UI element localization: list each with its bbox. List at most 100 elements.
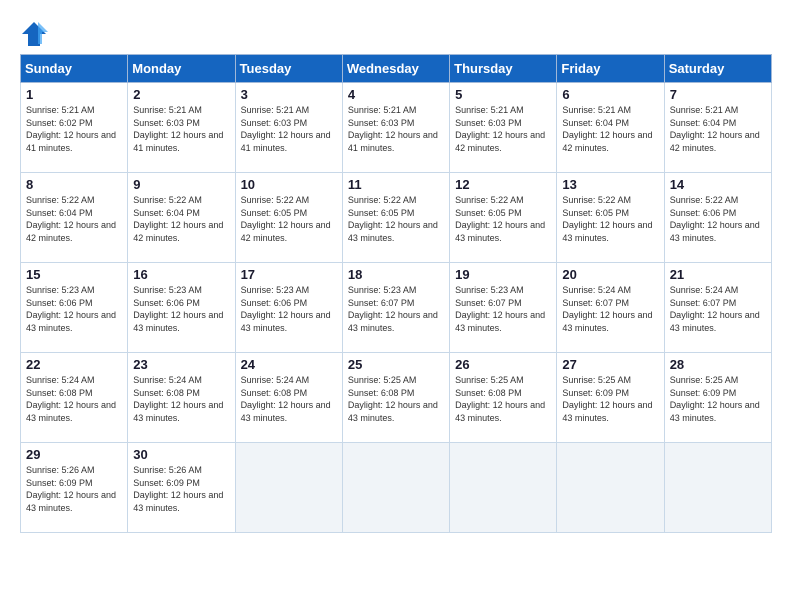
day-info: Sunrise: 5:22 AMSunset: 6:05 PMDaylight:… [348,195,438,243]
day-info: Sunrise: 5:24 AMSunset: 6:08 PMDaylight:… [26,375,116,423]
calendar-day-cell [235,443,342,533]
day-info: Sunrise: 5:24 AMSunset: 6:07 PMDaylight:… [562,285,652,333]
day-info: Sunrise: 5:21 AMSunset: 6:02 PMDaylight:… [26,105,116,153]
day-info: Sunrise: 5:22 AMSunset: 6:06 PMDaylight:… [670,195,760,243]
day-number: 29 [26,447,122,462]
day-number: 30 [133,447,229,462]
calendar-day-cell: 28 Sunrise: 5:25 AMSunset: 6:09 PMDayligh… [664,353,771,443]
day-info: Sunrise: 5:24 AMSunset: 6:07 PMDaylight:… [670,285,760,333]
day-info: Sunrise: 5:21 AMSunset: 6:04 PMDaylight:… [562,105,652,153]
day-info: Sunrise: 5:24 AMSunset: 6:08 PMDaylight:… [241,375,331,423]
calendar-day-cell: 1Sunrise: 5:21 AMSunset: 6:02 PMDaylight… [21,83,128,173]
day-number: 25 [348,357,444,372]
calendar-week-row: 29 Sunrise: 5:26 AMSunset: 6:09 PMDayligh… [21,443,772,533]
calendar-day-cell: 26 Sunrise: 5:25 AMSunset: 6:08 PMDayligh… [450,353,557,443]
calendar-header-row: SundayMondayTuesdayWednesdayThursdayFrid… [21,55,772,83]
calendar-day-cell: 14 Sunrise: 5:22 AMSunset: 6:06 PMDayligh… [664,173,771,263]
calendar-day-cell: 9 Sunrise: 5:22 AMSunset: 6:04 PMDaylight… [128,173,235,263]
day-number: 5 [455,87,551,102]
calendar-day-cell: 22 Sunrise: 5:24 AMSunset: 6:08 PMDayligh… [21,353,128,443]
calendar-week-row: 22 Sunrise: 5:24 AMSunset: 6:08 PMDayligh… [21,353,772,443]
day-number: 14 [670,177,766,192]
calendar-day-cell: 21 Sunrise: 5:24 AMSunset: 6:07 PMDayligh… [664,263,771,353]
day-info: Sunrise: 5:25 AMSunset: 6:09 PMDaylight:… [562,375,652,423]
calendar-week-row: 15 Sunrise: 5:23 AMSunset: 6:06 PMDayligh… [21,263,772,353]
calendar-day-cell: 3 Sunrise: 5:21 AMSunset: 6:03 PMDaylight… [235,83,342,173]
weekday-header: Saturday [664,55,771,83]
day-info: Sunrise: 5:25 AMSunset: 6:08 PMDaylight:… [455,375,545,423]
day-number: 13 [562,177,658,192]
calendar-day-cell [342,443,449,533]
day-info: Sunrise: 5:24 AMSunset: 6:08 PMDaylight:… [133,375,223,423]
day-info: Sunrise: 5:23 AMSunset: 6:06 PMDaylight:… [26,285,116,333]
day-info: Sunrise: 5:22 AMSunset: 6:04 PMDaylight:… [26,195,116,243]
day-info: Sunrise: 5:23 AMSunset: 6:07 PMDaylight:… [348,285,438,333]
calendar-day-cell: 23 Sunrise: 5:24 AMSunset: 6:08 PMDayligh… [128,353,235,443]
calendar-day-cell: 12Sunrise: 5:22 AMSunset: 6:05 PMDayligh… [450,173,557,263]
calendar-week-row: 8Sunrise: 5:22 AMSunset: 6:04 PMDaylight… [21,173,772,263]
calendar-day-cell: 25 Sunrise: 5:25 AMSunset: 6:08 PMDayligh… [342,353,449,443]
calendar-day-cell: 13 Sunrise: 5:22 AMSunset: 6:05 PMDayligh… [557,173,664,263]
day-number: 23 [133,357,229,372]
weekday-header: Monday [128,55,235,83]
calendar-day-cell: 5 Sunrise: 5:21 AMSunset: 6:03 PMDaylight… [450,83,557,173]
day-info: Sunrise: 5:21 AMSunset: 6:03 PMDaylight:… [455,105,545,153]
calendar-day-cell: 11 Sunrise: 5:22 AMSunset: 6:05 PMDayligh… [342,173,449,263]
day-number: 11 [348,177,444,192]
calendar-day-cell: 20 Sunrise: 5:24 AMSunset: 6:07 PMDayligh… [557,263,664,353]
day-number: 26 [455,357,551,372]
day-number: 15 [26,267,122,282]
day-info: Sunrise: 5:23 AMSunset: 6:07 PMDaylight:… [455,285,545,333]
day-info: Sunrise: 5:23 AMSunset: 6:06 PMDaylight:… [241,285,331,333]
day-number: 24 [241,357,337,372]
day-number: 3 [241,87,337,102]
day-number: 6 [562,87,658,102]
day-number: 7 [670,87,766,102]
day-number: 18 [348,267,444,282]
calendar-day-cell: 27Sunrise: 5:25 AMSunset: 6:09 PMDayligh… [557,353,664,443]
calendar-day-cell: 6 Sunrise: 5:21 AMSunset: 6:04 PMDaylight… [557,83,664,173]
day-number: 4 [348,87,444,102]
day-info: Sunrise: 5:25 AMSunset: 6:08 PMDaylight:… [348,375,438,423]
calendar-day-cell: 18 Sunrise: 5:23 AMSunset: 6:07 PMDayligh… [342,263,449,353]
calendar-day-cell: 4 Sunrise: 5:21 AMSunset: 6:03 PMDaylight… [342,83,449,173]
day-info: Sunrise: 5:26 AMSunset: 6:09 PMDaylight:… [26,465,116,513]
day-info: Sunrise: 5:21 AMSunset: 6:03 PMDaylight:… [241,105,331,153]
day-number: 19 [455,267,551,282]
day-number: 9 [133,177,229,192]
day-number: 10 [241,177,337,192]
weekday-header: Tuesday [235,55,342,83]
calendar-day-cell: 17 Sunrise: 5:23 AMSunset: 6:06 PMDayligh… [235,263,342,353]
day-info: Sunrise: 5:23 AMSunset: 6:06 PMDaylight:… [133,285,223,333]
day-info: Sunrise: 5:26 AMSunset: 6:09 PMDaylight:… [133,465,223,513]
logo [20,20,52,48]
calendar-day-cell: 24 Sunrise: 5:24 AMSunset: 6:08 PMDayligh… [235,353,342,443]
calendar-day-cell: 30 Sunrise: 5:26 AMSunset: 6:09 PMDayligh… [128,443,235,533]
calendar-day-cell: 10Sunrise: 5:22 AMSunset: 6:05 PMDayligh… [235,173,342,263]
day-number: 28 [670,357,766,372]
calendar-day-cell [557,443,664,533]
day-number: 22 [26,357,122,372]
calendar-table: SundayMondayTuesdayWednesdayThursdayFrid… [20,54,772,533]
calendar-day-cell: 8Sunrise: 5:22 AMSunset: 6:04 PMDaylight… [21,173,128,263]
day-number: 20 [562,267,658,282]
day-info: Sunrise: 5:22 AMSunset: 6:05 PMDaylight:… [562,195,652,243]
calendar-day-cell: 2Sunrise: 5:21 AMSunset: 6:03 PMDaylight… [128,83,235,173]
calendar-week-row: 1Sunrise: 5:21 AMSunset: 6:02 PMDaylight… [21,83,772,173]
day-info: Sunrise: 5:21 AMSunset: 6:03 PMDaylight:… [133,105,223,153]
calendar-day-cell [664,443,771,533]
day-info: Sunrise: 5:22 AMSunset: 6:04 PMDaylight:… [133,195,223,243]
day-number: 21 [670,267,766,282]
weekday-header: Wednesday [342,55,449,83]
calendar-day-cell: 15 Sunrise: 5:23 AMSunset: 6:06 PMDayligh… [21,263,128,353]
day-number: 17 [241,267,337,282]
calendar-day-cell: 29 Sunrise: 5:26 AMSunset: 6:09 PMDayligh… [21,443,128,533]
calendar-day-cell [450,443,557,533]
day-info: Sunrise: 5:21 AMSunset: 6:03 PMDaylight:… [348,105,438,153]
day-info: Sunrise: 5:25 AMSunset: 6:09 PMDaylight:… [670,375,760,423]
day-info: Sunrise: 5:22 AMSunset: 6:05 PMDaylight:… [455,195,545,243]
weekday-header: Sunday [21,55,128,83]
calendar-day-cell: 19 Sunrise: 5:23 AMSunset: 6:07 PMDayligh… [450,263,557,353]
calendar-day-cell: 16Sunrise: 5:23 AMSunset: 6:06 PMDayligh… [128,263,235,353]
day-info: Sunrise: 5:21 AMSunset: 6:04 PMDaylight:… [670,105,760,153]
